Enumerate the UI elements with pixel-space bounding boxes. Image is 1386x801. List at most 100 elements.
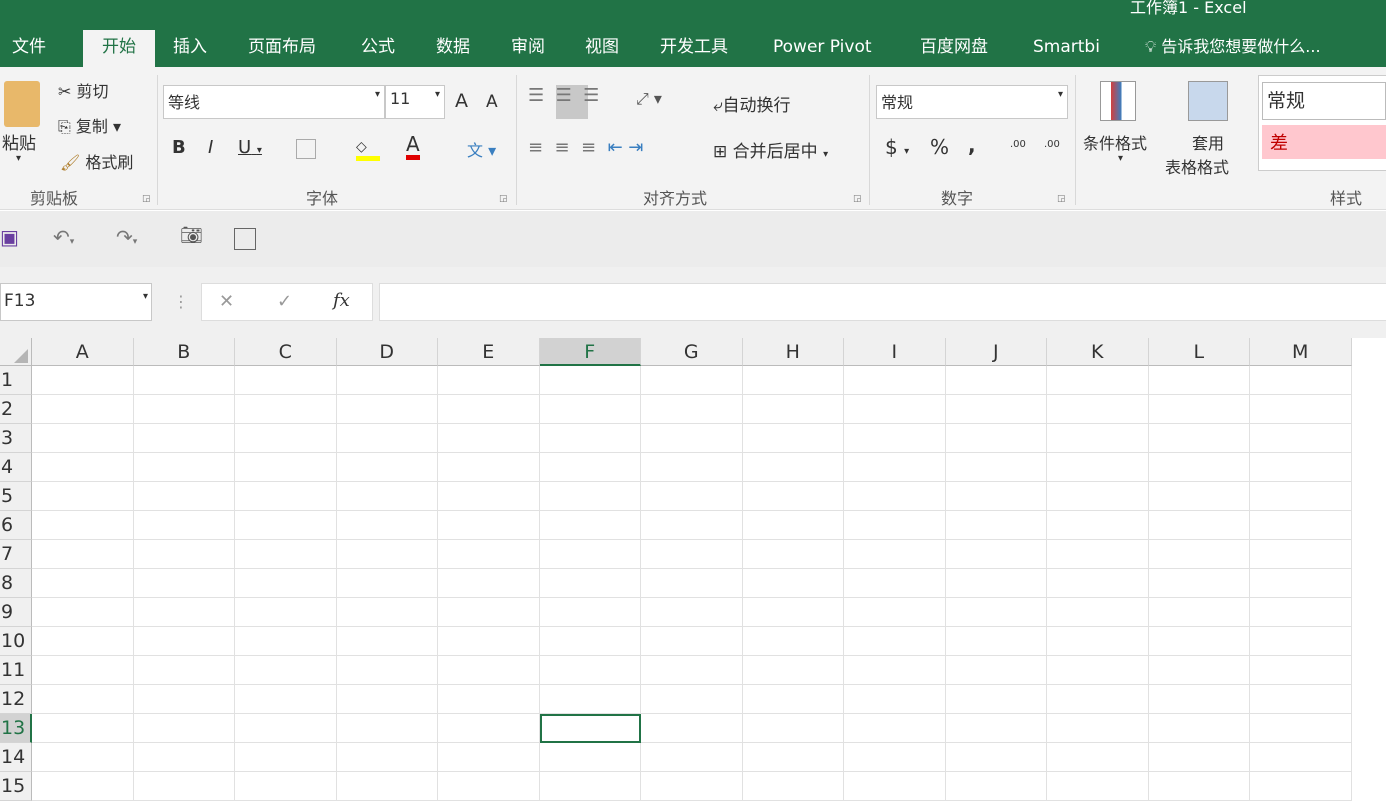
column-header-B[interactable]: B [134,338,236,366]
cell-L3[interactable] [1149,424,1251,453]
cell-E13[interactable] [438,714,540,743]
cell-H15[interactable] [743,772,845,801]
cell-L5[interactable] [1149,482,1251,511]
cell-D7[interactable] [337,540,439,569]
cell-K10[interactable] [1047,627,1149,656]
cell-D14[interactable] [337,743,439,772]
tab-smartbi[interactable]: Smartbi [1023,30,1110,67]
format-painter-button[interactable]: 🖌︎ 格式刷 [60,149,133,173]
cell-J1[interactable] [946,366,1048,395]
grow-font-button[interactable]: A [455,90,468,112]
cut-button[interactable]: ✂ 剪切 [58,78,109,102]
dialog-launcher-icon[interactable]: ◲ [142,194,151,204]
cell-I11[interactable] [844,656,946,685]
cell-D1[interactable] [337,366,439,395]
cell-M8[interactable] [1250,569,1352,598]
cell-A2[interactable] [32,395,134,424]
cell-J4[interactable] [946,453,1048,482]
cell-F6[interactable] [540,511,642,540]
cell-I8[interactable] [844,569,946,598]
cell-E4[interactable] [438,453,540,482]
insert-function-icon[interactable]: fx [333,290,350,311]
column-header-E[interactable]: E [438,338,540,366]
cell-F3[interactable] [540,424,642,453]
cell-C13[interactable] [235,714,337,743]
cell-J5[interactable] [946,482,1048,511]
paste-button[interactable]: 粘贴 [2,129,36,154]
row-header-7[interactable]: 7 [0,540,32,569]
cell-E9[interactable] [438,598,540,627]
cell-D13[interactable] [337,714,439,743]
cell-F12[interactable] [540,685,642,714]
style-normal[interactable]: 常规 [1262,82,1386,120]
cell-L13[interactable] [1149,714,1251,743]
cell-C1[interactable] [235,366,337,395]
cell-H1[interactable] [743,366,845,395]
cell-J3[interactable] [946,424,1048,453]
cell-A14[interactable] [32,743,134,772]
cell-A9[interactable] [32,598,134,627]
cell-G1[interactable] [641,366,743,395]
column-header-C[interactable]: C [235,338,337,366]
cell-A5[interactable] [32,482,134,511]
cell-F14[interactable] [540,743,642,772]
cell-C3[interactable] [235,424,337,453]
column-header-A[interactable]: A [32,338,134,366]
cell-A7[interactable] [32,540,134,569]
number-format-select[interactable]: 常规▾ [876,85,1068,119]
cell-J9[interactable] [946,598,1048,627]
column-header-M[interactable]: M [1250,338,1352,366]
font-color-button[interactable]: A [406,133,420,160]
paste-icon[interactable] [4,81,40,127]
cell-E7[interactable] [438,540,540,569]
row-header-10[interactable]: 10 [0,627,32,656]
cell-G3[interactable] [641,424,743,453]
cell-K13[interactable] [1047,714,1149,743]
cell-H4[interactable] [743,453,845,482]
formula-input[interactable] [379,283,1386,321]
cell-E12[interactable] [438,685,540,714]
increase-decimal-button[interactable]: .00 [1010,139,1026,150]
row-header-11[interactable]: 11 [0,656,32,685]
cell-I3[interactable] [844,424,946,453]
cell-G14[interactable] [641,743,743,772]
row-header-13[interactable]: 13 [0,714,32,743]
cell-M3[interactable] [1250,424,1352,453]
cell-E6[interactable] [438,511,540,540]
tab-data[interactable]: 数据 [426,30,480,67]
cell-I13[interactable] [844,714,946,743]
cell-A11[interactable] [32,656,134,685]
cell-D12[interactable] [337,685,439,714]
merge-center-button[interactable]: ⊞ 合并后居中 ▾ [713,137,828,162]
tab-formulas[interactable]: 公式 [351,30,405,67]
cell-F2[interactable] [540,395,642,424]
cell-L15[interactable] [1149,772,1251,801]
cell-K2[interactable] [1047,395,1149,424]
cell-K8[interactable] [1047,569,1149,598]
save-icon[interactable]: ▣ [0,225,19,249]
row-header-12[interactable]: 12 [0,685,32,714]
cell-E1[interactable] [438,366,540,395]
dialog-launcher-icon[interactable]: ◲ [853,194,862,204]
bold-button[interactable]: B [172,137,186,158]
cell-G15[interactable] [641,772,743,801]
cell-K11[interactable] [1047,656,1149,685]
cell-M7[interactable] [1250,540,1352,569]
cell-H12[interactable] [743,685,845,714]
cell-L1[interactable] [1149,366,1251,395]
cell-J13[interactable] [946,714,1048,743]
cell-A8[interactable] [32,569,134,598]
column-header-K[interactable]: K [1047,338,1149,366]
italic-button[interactable]: I [208,137,213,158]
cell-L10[interactable] [1149,627,1251,656]
cell-B5[interactable] [134,482,236,511]
cell-K12[interactable] [1047,685,1149,714]
cell-G2[interactable] [641,395,743,424]
cell-J6[interactable] [946,511,1048,540]
cell-F13[interactable] [540,714,642,743]
align-icons-top[interactable]: ☰ ☰ ☰ [528,85,599,106]
cell-H9[interactable] [743,598,845,627]
cell-B15[interactable] [134,772,236,801]
cell-M11[interactable] [1250,656,1352,685]
cell-L2[interactable] [1149,395,1251,424]
